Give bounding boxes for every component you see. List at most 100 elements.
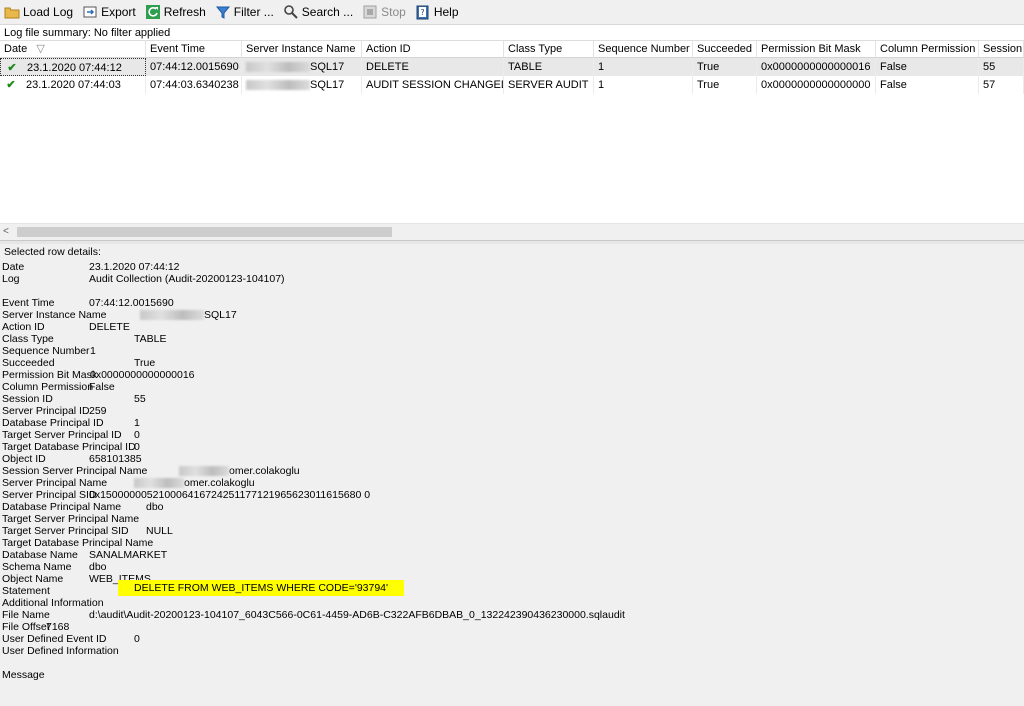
- redacted-hostname: [246, 62, 310, 73]
- refresh-label: Refresh: [163, 5, 206, 19]
- detail-value: d:\audit\Audit-20200123-104107_6043C566-…: [89, 609, 625, 621]
- refresh-icon: [145, 5, 160, 19]
- detail-value: NULL: [146, 525, 173, 537]
- column-header-column-permission[interactable]: Column Permission: [876, 41, 979, 58]
- folder-icon: [4, 7, 20, 19]
- redacted-hostname: [246, 80, 310, 91]
- detail-value: 0x0000000000000016: [90, 369, 195, 381]
- redacted-hostname: [140, 310, 204, 321]
- filter-button[interactable]: Filter ...: [211, 1, 278, 23]
- table-cell-action-id: AUDIT SESSION CHANGED: [362, 76, 504, 94]
- detail-value: 0: [134, 441, 140, 453]
- search-button[interactable]: Search ...: [279, 1, 357, 23]
- filter-icon: [215, 6, 230, 19]
- help-label: Help: [433, 5, 459, 19]
- detail-value: 259: [89, 405, 107, 417]
- selected-row-details: Selected row details: Date 23.1.2020 07:…: [0, 244, 1024, 706]
- detail-label: Database Principal ID: [2, 417, 104, 429]
- column-header-action-id[interactable]: Action ID: [362, 41, 504, 58]
- scroll-left-arrow-icon[interactable]: <: [3, 226, 9, 237]
- detail-value: 07:44:12.0015690: [89, 297, 174, 309]
- help-button[interactable]: ? Help: [411, 1, 463, 23]
- refresh-button[interactable]: Refresh: [141, 1, 210, 23]
- detail-value: dbo: [89, 561, 107, 573]
- detail-label: Event Time: [2, 297, 55, 309]
- detail-label: Server Instance Name: [2, 309, 107, 321]
- detail-value: TABLE: [134, 333, 167, 345]
- statement-highlight: DELETE FROM WEB_ITEMS WHERE CODE='93794': [118, 580, 405, 596]
- cell-text: SQL17: [310, 61, 345, 73]
- toolbar: Load Log Export Refresh Filter ... Searc…: [0, 0, 1024, 25]
- table-cell-server-instance: SQL17: [242, 58, 362, 76]
- stop-icon: [363, 5, 377, 19]
- detail-label: Session Server Principal Name: [2, 465, 148, 477]
- column-header-label: Action ID: [366, 43, 411, 55]
- table-cell-event-time: 07:44:03.6340238: [146, 76, 242, 94]
- detail-value: dbo: [146, 501, 164, 513]
- table-cell-column-permission: False: [876, 58, 979, 76]
- load-log-button[interactable]: Load Log: [0, 1, 77, 23]
- export-label: Export: [101, 5, 136, 19]
- column-header-label: Permission Bit Mask: [761, 43, 861, 55]
- detail-label: Target Server Principal SID: [2, 525, 129, 537]
- column-header-class-type[interactable]: Class Type: [504, 41, 594, 58]
- horizontal-scrollbar[interactable]: <: [0, 223, 1024, 240]
- table-cell-permission-bit-mask: 0x0000000000000016: [757, 58, 876, 76]
- redacted-domain: [134, 478, 184, 489]
- table-row[interactable]: ✔ 23.1.2020 07:44:12 07:44:12.0015690 SQL…: [0, 58, 1024, 76]
- detail-label: Target Database Principal Name: [2, 537, 154, 549]
- detail-label: File Name: [2, 609, 50, 621]
- table-cell-column-permission: False: [876, 76, 979, 94]
- column-header-label: Sequence Number: [598, 43, 690, 55]
- detail-label: Target Database Principal ID: [2, 441, 136, 453]
- detail-label: Object ID: [2, 453, 46, 465]
- detail-value: omer.colakoglu: [134, 477, 255, 489]
- column-header-label: Column Permission: [880, 43, 976, 55]
- detail-value: 0x15000000521000641672425117712196562301…: [89, 489, 371, 501]
- column-header-event-time[interactable]: Event Time: [146, 41, 242, 58]
- svg-text:?: ?: [420, 8, 424, 17]
- cell-text: 23.1.2020 07:44:12: [27, 62, 122, 74]
- column-header-label: Event Time: [150, 43, 206, 55]
- detail-value: 7168: [46, 621, 70, 633]
- filter-label: Filter ...: [233, 5, 274, 19]
- log-summary-text: Log file summary: No filter applied: [4, 27, 171, 39]
- detail-label: Database Principal Name: [2, 501, 122, 513]
- column-header-permission-bit-mask[interactable]: Permission Bit Mask: [757, 41, 876, 58]
- table-cell-permission-bit-mask: 0x0000000000000000: [757, 76, 876, 94]
- detail-label: Schema Name: [2, 561, 72, 573]
- detail-label: Object Name: [2, 573, 64, 585]
- detail-label: Sequence Number: [2, 345, 90, 357]
- help-book-icon: ?: [416, 5, 429, 20]
- table-cell-succeeded: True: [693, 58, 757, 76]
- detail-label: Permission Bit Mask: [2, 369, 98, 381]
- detail-value: True: [134, 357, 156, 369]
- detail-label: Statement: [2, 585, 50, 597]
- cell-text: SQL17: [310, 79, 345, 91]
- stop-button[interactable]: Stop: [358, 1, 410, 23]
- scrollbar-thumb[interactable]: [17, 227, 392, 237]
- detail-label: Server Principal ID: [2, 405, 90, 417]
- column-header-server-instance[interactable]: Server Instance Name: [242, 41, 362, 58]
- column-header-label: Session I: [983, 43, 1024, 55]
- redacted-domain: [179, 466, 229, 477]
- column-header-succeeded[interactable]: Succeeded: [693, 41, 757, 58]
- statement-value: DELETE FROM WEB_ITEMS WHERE CODE='93794': [118, 580, 405, 596]
- table-cell-session-id: 57: [979, 76, 1024, 94]
- export-button[interactable]: Export: [78, 1, 140, 23]
- cell-text: 23.1.2020 07:44:03: [26, 79, 121, 91]
- column-header-date[interactable]: Date ▽: [0, 41, 146, 58]
- success-check-icon: ✔: [7, 62, 17, 74]
- table-cell-action-id: DELETE: [362, 58, 504, 76]
- detail-value: 658101385: [89, 453, 142, 465]
- column-header-session-id[interactable]: Session I: [979, 41, 1024, 58]
- detail-value: False: [89, 381, 115, 393]
- detail-label: Column Permission: [2, 381, 94, 393]
- table-row[interactable]: ✔ 23.1.2020 07:44:03 07:44:03.6340238 SQL…: [0, 76, 1024, 94]
- log-summary-bar: Log file summary: No filter applied: [0, 25, 1024, 40]
- column-header-sequence-number[interactable]: Sequence Number: [594, 41, 693, 58]
- search-icon: [283, 5, 298, 19]
- load-log-label: Load Log: [23, 5, 74, 19]
- detail-value-text: omer.colakoglu: [184, 477, 255, 489]
- table-cell-sequence-number: 1: [594, 58, 693, 76]
